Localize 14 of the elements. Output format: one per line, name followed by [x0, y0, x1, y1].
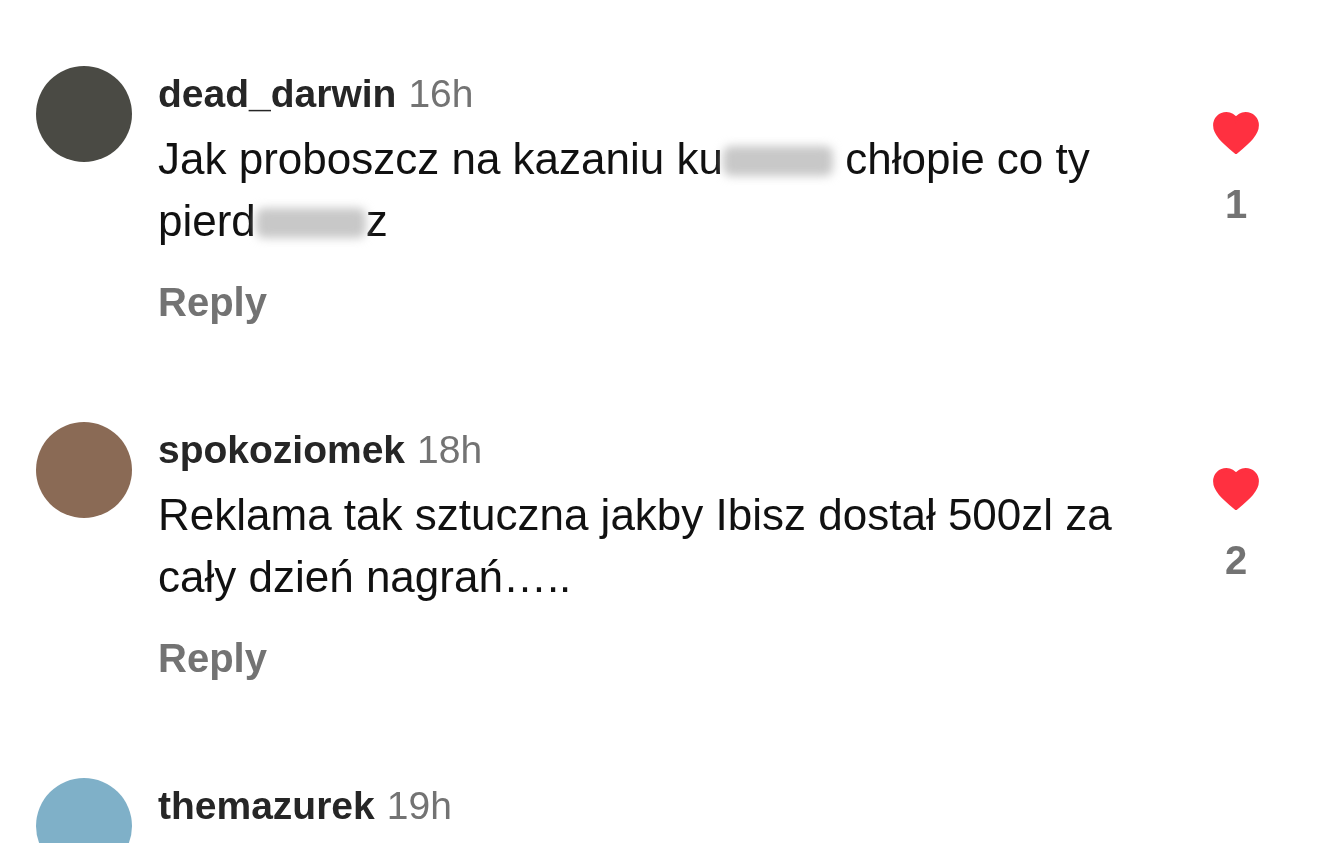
like-count: 2: [1224, 538, 1248, 583]
heart-icon[interactable]: [1212, 112, 1260, 154]
username[interactable]: dead_darwin: [158, 64, 397, 124]
comment-text: Jak proboszcz na kazaniu ku chłopie co ty pierd z: [158, 133, 1091, 247]
heart-icon[interactable]: [1212, 468, 1260, 510]
comment-time: 19h: [386, 783, 452, 829]
reply-button[interactable]: Reply: [158, 278, 267, 326]
comment-time: 16h: [408, 71, 474, 117]
reply-button[interactable]: Reply: [158, 634, 267, 682]
username[interactable]: spokoziomek: [158, 420, 406, 480]
username[interactable]: themazurek: [158, 776, 375, 836]
comment-text: Reklama tak sztuczna jakby Ibisz dostał 500zl za cały dzień nagrań…..: [158, 489, 1113, 603]
like-count: 1: [1224, 182, 1248, 227]
comment-time: 18h: [417, 427, 483, 473]
